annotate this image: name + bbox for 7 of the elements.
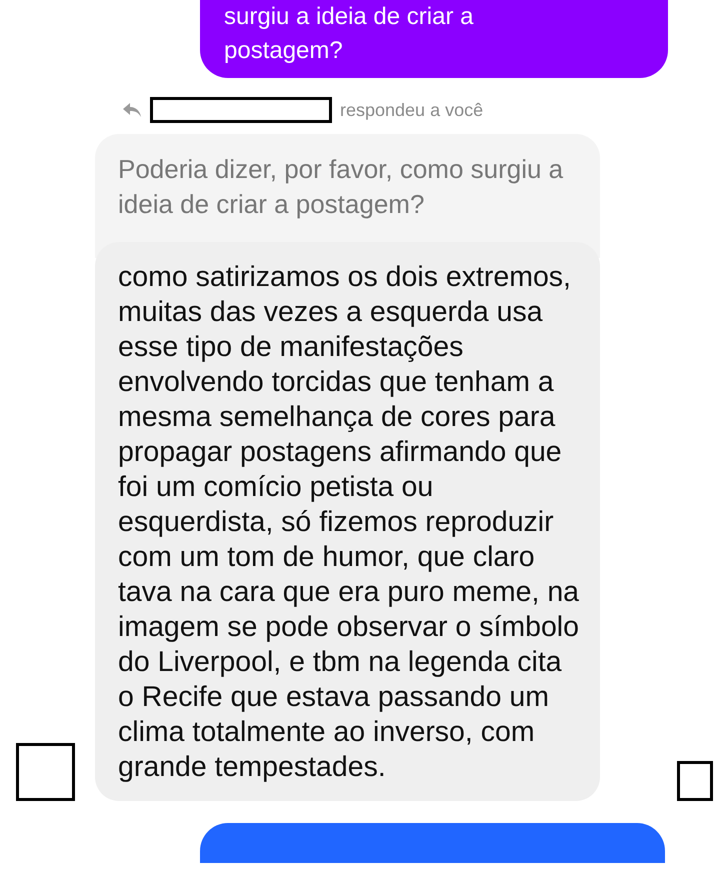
reply-label: respondeu a você <box>340 100 484 120</box>
reply-arrow-icon <box>122 102 142 118</box>
redaction-box <box>16 743 75 801</box>
message-text: surgiu a ideia de criar a <box>224 2 474 32</box>
redaction-box <box>677 761 713 801</box>
message-text: postagem? <box>224 36 344 66</box>
received-message: como satirizamos os dois extremos, muitas das vezes a esquerda usa esse tipo de manifestações envolvendo torcidas que tenham a mesma semelhança de cores para propagar postagens afirmando que foi um comício petista ou esquerdista, só fizemos reproduzir com um tom de humor, que claro tava na cara que era puro meme, na imagem se pode observar o símbolo do Liverpool, e tbm na legenda cita o Recife que estava passando um clima totalmente ao inverso, com grande tempestades. <box>95 242 600 801</box>
